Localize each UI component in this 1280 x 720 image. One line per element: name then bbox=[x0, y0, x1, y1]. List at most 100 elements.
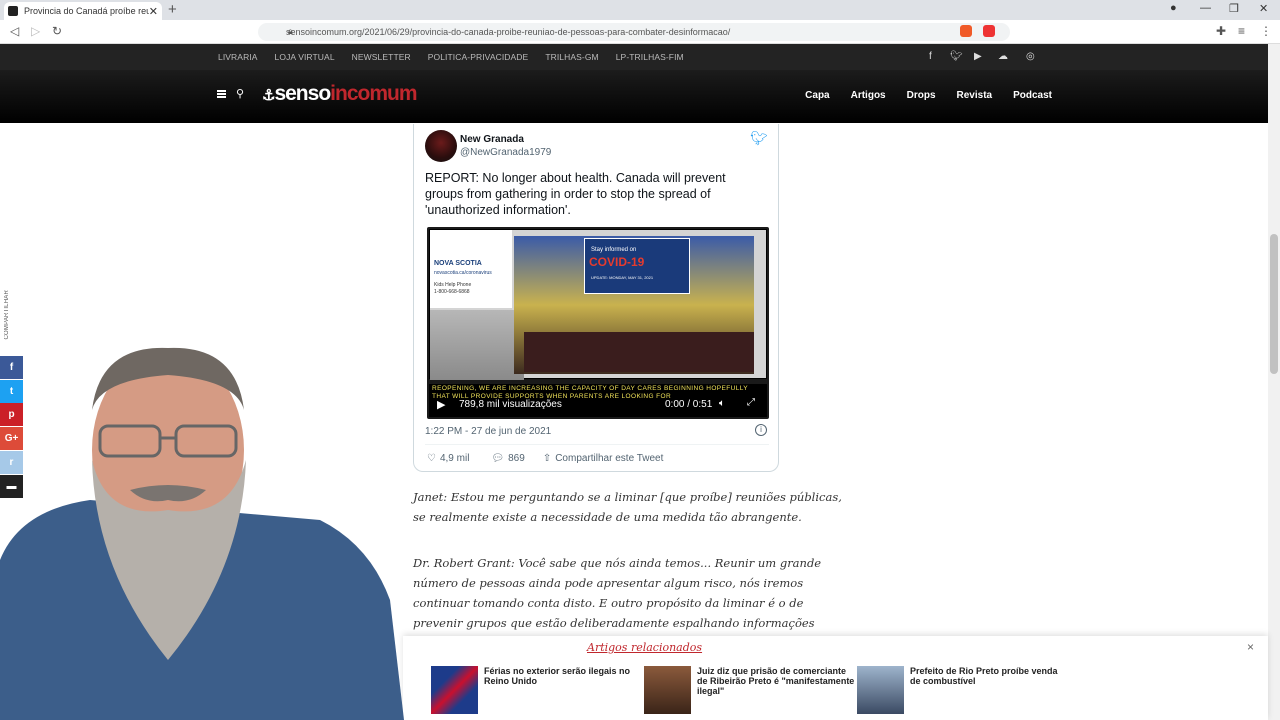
facebook-icon[interactable]: f bbox=[929, 51, 932, 62]
top-link-newsletter[interactable]: NEWSLETTER bbox=[352, 52, 411, 62]
ns-phone: 1-800-668-6868 bbox=[434, 289, 470, 295]
back-button[interactable]: ◁ bbox=[10, 24, 19, 38]
lock-icon: 🔒︎ bbox=[288, 26, 293, 36]
tweet-video[interactable]: NOVA SCOTIA novascotia.ca/coronavirus Ki… bbox=[427, 227, 769, 419]
brave-shield-icon[interactable] bbox=[960, 25, 972, 37]
video-time: 0:00 / 0:51 bbox=[665, 399, 713, 410]
video-controls: ▶ 789,8 mil visualizações 0:00 / 0:51 🔈︎… bbox=[429, 393, 767, 415]
tweet-author-name[interactable]: New Granada bbox=[460, 134, 524, 145]
minimize-button[interactable]: — bbox=[1200, 2, 1211, 14]
press-desk bbox=[524, 332, 754, 372]
tweet-avatar[interactable] bbox=[425, 130, 457, 162]
top-link-trilhas[interactable]: TRILHAS-GM bbox=[545, 52, 598, 62]
related-item-title[interactable]: Férias no exterior serão ilegais no Rein… bbox=[484, 666, 644, 686]
page-scrollbar[interactable] bbox=[1268, 44, 1280, 720]
share-tweet-link[interactable]: Compartilhar este Tweet bbox=[555, 453, 663, 464]
reply-icon[interactable]: 💬︎ bbox=[491, 453, 504, 464]
youtube-icon[interactable]: ▶ bbox=[974, 51, 982, 62]
site-favicon-icon bbox=[8, 6, 18, 16]
covid-banner-line1: Stay informed on bbox=[591, 247, 637, 253]
like-count[interactable]: 4,9 mil bbox=[440, 453, 469, 464]
presenter-image bbox=[0, 347, 404, 720]
reply-count[interactable]: 869 bbox=[508, 453, 525, 464]
browser-tab[interactable]: Provincia do Canadá proíbe reuni ✕ bbox=[4, 2, 162, 20]
new-tab-button[interactable]: + bbox=[168, 1, 177, 18]
nav-artigos[interactable]: Artigos bbox=[851, 90, 886, 101]
hamburger-menu-icon[interactable] bbox=[217, 90, 226, 98]
restore-button[interactable]: ❐ bbox=[1229, 2, 1239, 15]
search-icon[interactable]: ⚲ bbox=[236, 87, 244, 100]
top-link-loja[interactable]: LOJA VIRTUAL bbox=[275, 52, 335, 62]
volume-icon[interactable]: 🔈︎ bbox=[719, 398, 725, 409]
logo-anchor-icon: ⚓︎ bbox=[262, 87, 275, 104]
video-views: 789,8 mil visualizações bbox=[459, 399, 562, 410]
soundcloud-icon[interactable]: ☁ bbox=[998, 51, 1008, 62]
info-icon[interactable]: i bbox=[755, 424, 767, 436]
press-conference-stage: Stay informed on COVID-19 UPDATE: MONDAY… bbox=[514, 236, 754, 374]
covid-banner: Stay informed on COVID-19 UPDATE: MONDAY… bbox=[584, 238, 690, 294]
browser-tab-bar: Provincia do Canadá proíbe reuni ✕ + ● —… bbox=[0, 0, 1280, 20]
top-link-lp-trilhas[interactable]: LP-TRILHAS-FIM bbox=[616, 52, 684, 62]
reload-button[interactable]: ↻ bbox=[52, 24, 62, 38]
ns-name: NOVA SCOTIA bbox=[434, 260, 482, 267]
video-frame: NOVA SCOTIA novascotia.ca/coronavirus Ki… bbox=[429, 229, 767, 380]
logo-incomum: incomum bbox=[330, 82, 417, 105]
heart-icon[interactable]: ♡ bbox=[427, 453, 436, 464]
browser-menu-icon[interactable]: ● bbox=[1170, 2, 1177, 14]
logo-senso: senso bbox=[274, 82, 331, 105]
extensions-icon[interactable]: ✚ bbox=[1216, 24, 1226, 38]
related-item[interactable]: Férias no exterior serão ilegais no Rein… bbox=[431, 666, 651, 714]
close-icon[interactable]: × bbox=[1247, 640, 1254, 654]
share-icon[interactable]: ⇧ bbox=[543, 453, 551, 464]
rewards-icon[interactable] bbox=[983, 25, 995, 37]
covid-banner-line2: COVID-19 bbox=[589, 255, 645, 269]
twitter-icon[interactable]: 🐦︎ bbox=[950, 51, 963, 62]
nova-scotia-panel: NOVA SCOTIA novascotia.ca/coronavirus Ki… bbox=[430, 230, 512, 308]
related-title[interactable]: Artigos relacionados bbox=[587, 641, 702, 654]
tweet-divider bbox=[425, 444, 769, 445]
related-item[interactable]: Prefeito de Rio Preto proíbe venda de co… bbox=[857, 666, 1077, 714]
tweet-text: REPORT: No longer about health. Canada w… bbox=[425, 171, 726, 217]
main-nav: Capa Artigos Drops Revista Podcast bbox=[784, 90, 1052, 101]
fullscreen-icon[interactable]: ⤢ bbox=[747, 397, 755, 408]
site-logo[interactable]: ⚓︎sensoincomum bbox=[262, 82, 418, 106]
close-window-button[interactable]: ✕ bbox=[1259, 2, 1268, 15]
site-main-header: ⚲ ⚓︎sensoincomum Capa Artigos Drops Revi… bbox=[0, 70, 1268, 123]
nav-capa[interactable]: Capa bbox=[805, 90, 829, 101]
related-item-title[interactable]: Juiz diz que prisão de comerciante de Ri… bbox=[697, 666, 857, 696]
url-bar[interactable]: 🔒︎ sensoincomum.org/2021/06/29/provincia… bbox=[258, 23, 1010, 41]
address-bar-row: ◁ ▷ ↻ ▯ 🔒︎ sensoincomum.org/2021/06/29/p… bbox=[0, 20, 1280, 44]
playlist-icon[interactable]: ≡ bbox=[1238, 24, 1245, 38]
menu-kebab-icon[interactable]: ⋮ bbox=[1260, 24, 1272, 38]
webcam-overlay bbox=[0, 330, 404, 720]
site-top-bar: LIVRARIA LOJA VIRTUAL NEWSLETTER POLITIC… bbox=[0, 44, 1268, 70]
related-thumbnail[interactable] bbox=[431, 666, 478, 714]
tweet-author-handle[interactable]: @NewGranada1979 bbox=[460, 147, 551, 158]
ns-url: novascotia.ca/coronavirus bbox=[434, 270, 492, 276]
twitter-bird-icon[interactable]: 🐦︎ bbox=[750, 130, 768, 147]
related-articles-bar: Artigos relacionados × Férias no exterio… bbox=[403, 636, 1268, 720]
tweet-date[interactable]: 1:22 PM - 27 de jun de 2021 bbox=[425, 426, 551, 437]
covid-banner-line3: UPDATE: MONDAY, MAY 31, 2021 bbox=[591, 275, 654, 280]
top-link-livraria[interactable]: LIVRARIA bbox=[218, 52, 258, 62]
embedded-tweet[interactable]: New Granada @NewGranada1979 🐦︎ REPORT: N… bbox=[413, 124, 779, 472]
top-links: LIVRARIA LOJA VIRTUAL NEWSLETTER POLITIC… bbox=[218, 52, 701, 62]
related-thumbnail[interactable] bbox=[644, 666, 691, 714]
tweet-actions: ♡ 4,9 mil 💬︎ 869 ⇧ Compartilhar este Twe… bbox=[427, 453, 667, 464]
top-link-privacidade[interactable]: POLITICA-PRIVACIDADE bbox=[428, 52, 529, 62]
url-text: sensoincomum.org/2021/06/29/provincia-do… bbox=[286, 27, 731, 37]
related-item-title[interactable]: Prefeito de Rio Preto proíbe venda de co… bbox=[910, 666, 1070, 686]
related-item[interactable]: Juiz diz que prisão de comerciante de Ri… bbox=[644, 666, 864, 714]
related-thumbnail[interactable] bbox=[857, 666, 904, 714]
nav-revista[interactable]: Revista bbox=[957, 90, 993, 101]
ns-help: Kids Help Phone bbox=[434, 282, 472, 288]
play-icon[interactable]: ▶ bbox=[437, 398, 445, 411]
forward-button[interactable]: ▷ bbox=[31, 24, 40, 38]
instagram-icon[interactable]: ◎ bbox=[1026, 51, 1035, 62]
article-paragraph-1: Janet: Estou me perguntando se a liminar… bbox=[413, 490, 842, 524]
nav-podcast[interactable]: Podcast bbox=[1013, 90, 1052, 101]
close-tab-icon[interactable]: ✕ bbox=[149, 5, 158, 18]
nav-drops[interactable]: Drops bbox=[907, 90, 936, 101]
sign-language-interpreter bbox=[430, 310, 524, 380]
scrollbar-thumb[interactable] bbox=[1270, 234, 1278, 374]
